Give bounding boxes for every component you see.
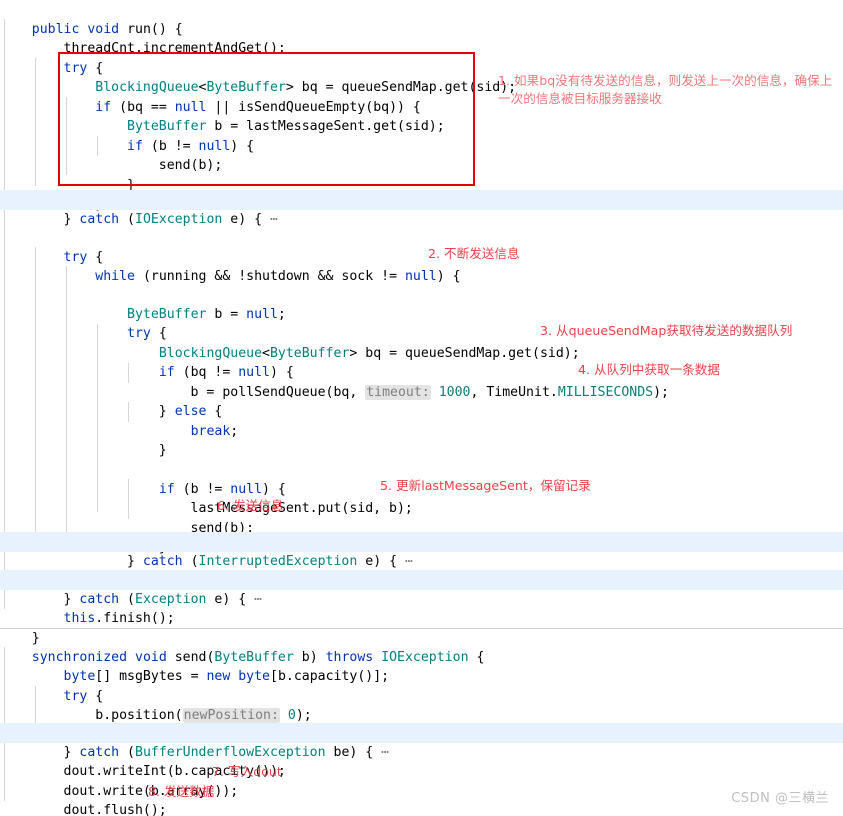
code-line[interactable] — [0, 267, 843, 287]
code-line[interactable]: } — [0, 156, 843, 193]
code-line[interactable]: dout.write(b.array()); — [0, 762, 843, 799]
code-line[interactable]: send(b); — [0, 499, 843, 536]
code-line[interactable]: byte[] msgBytes = new byte[b.capacity()]… — [0, 648, 843, 684]
code-line-method-signature[interactable]: synchronized void send(ByteBuffer b) thr… — [0, 628, 843, 665]
code-line[interactable]: } — [0, 552, 843, 588]
code-line[interactable]: } — [0, 801, 843, 816]
code-line[interactable]: } else { — [0, 383, 843, 419]
code-line[interactable]: threadCnt.incrementAndGet(); — [0, 20, 843, 56]
code-line[interactable]: send(b); — [0, 137, 843, 173]
annotation-4: 4. 从队列中获取一条数据 — [578, 362, 720, 377]
code-line[interactable]: try { — [0, 228, 843, 265]
code-line[interactable]: try { — [0, 667, 843, 704]
code-line[interactable]: } — [0, 609, 843, 646]
code-editor[interactable]: public void run() { threadCnt.incrementA… — [0, 0, 843, 816]
csdn-watermark: CSDN @三横兰 — [731, 791, 829, 806]
code-line[interactable]: break; — [0, 402, 843, 439]
code-line[interactable]: try { — [0, 39, 843, 76]
code-line[interactable]: public void run() { — [0, 0, 843, 37]
annotation-5: 5. 更新lastMessageSent，保留记录 — [380, 478, 591, 493]
annotation-7: 7. 写入dout — [212, 764, 282, 779]
code-line[interactable]: } — [0, 422, 843, 458]
code-line-folded[interactable]: } catch (BufferUnderflowException be) { … — [0, 723, 843, 760]
annotation-3: 3. 从queueSendMap获取待发送的数据队列 — [540, 323, 793, 338]
code-line[interactable]: b.position(newPosition: 0); — [0, 687, 843, 723]
code-line-folded[interactable]: } catch (Exception e) { ⋯ — [0, 570, 843, 607]
annotation-6: 6. 发送信息 — [217, 498, 284, 513]
code-line[interactable]: this.finish(); — [0, 590, 843, 626]
code-line[interactable] — [0, 210, 843, 230]
code-line[interactable]: while (running && !shutdown && sock != n… — [0, 248, 843, 284]
annotation-8: 8. 发送数据 — [148, 784, 215, 799]
annotation-2: 2. 不断发送信息 — [428, 246, 520, 261]
code-line[interactable]: dout.flush(); — [0, 782, 843, 816]
annotation-1: 1. 如果bq没有待发送的信息，则发送上一次的信息，确保上一次的信息被目标服务器… — [498, 73, 833, 106]
code-line[interactable] — [0, 441, 843, 461]
code-line[interactable]: if (b != null) { — [0, 117, 843, 154]
code-line[interactable]: dout.writeInt(b.capacity()); — [0, 743, 843, 779]
code-line-folded[interactable]: } catch (InterruptedException e) { ⋯ — [0, 532, 843, 569]
code-line[interactable]: ByteBuffer b = null; — [0, 285, 843, 322]
code-line-folded[interactable]: } catch (IOException e) { ⋯ — [0, 190, 843, 227]
